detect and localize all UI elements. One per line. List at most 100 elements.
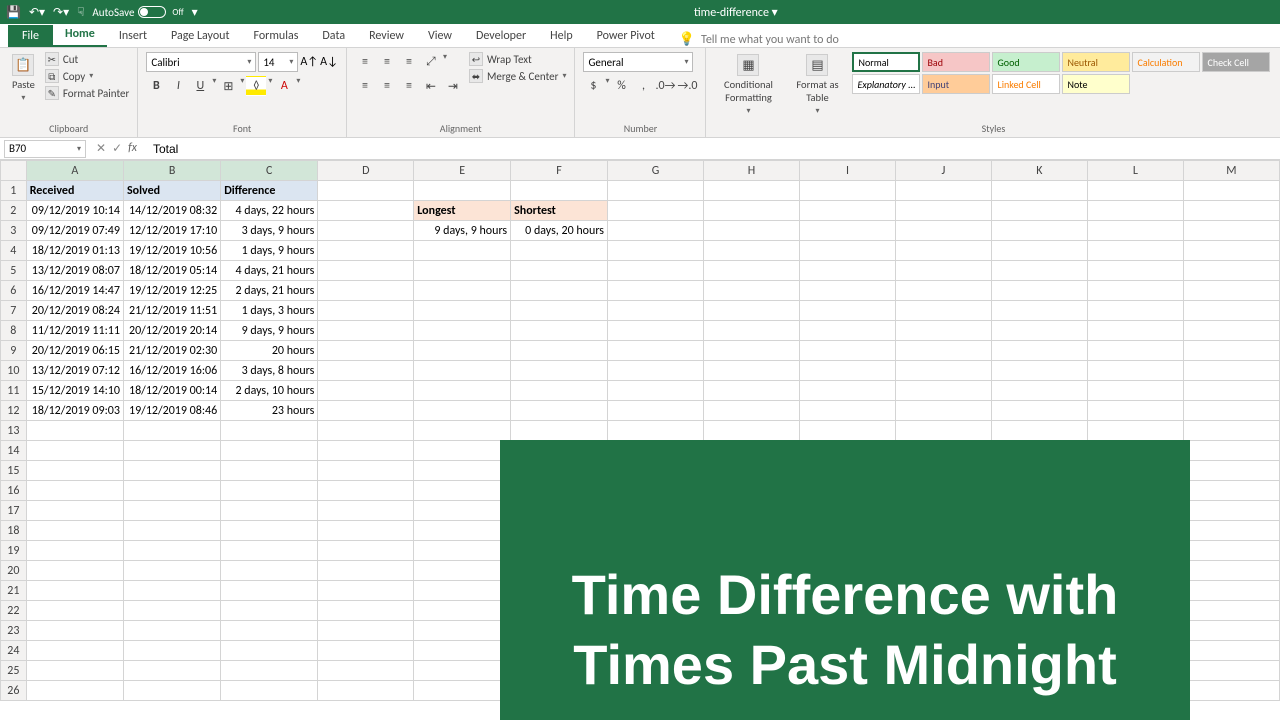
row-header-18[interactable]: 18 [1, 521, 27, 541]
row-header-4[interactable]: 4 [1, 241, 27, 261]
row-header-1[interactable]: 1 [1, 181, 27, 201]
cell[interactable] [123, 441, 220, 461]
cell[interactable] [26, 481, 123, 501]
cell[interactable]: 1 days, 9 hours [221, 241, 318, 261]
cell[interactable] [123, 601, 220, 621]
cell[interactable] [318, 581, 414, 601]
cell[interactable] [1183, 521, 1279, 541]
cell[interactable] [318, 201, 414, 221]
cell[interactable] [799, 181, 895, 201]
cell[interactable] [123, 581, 220, 601]
cell[interactable]: 09/12/2019 07:49 [26, 221, 123, 241]
cell[interactable] [1183, 381, 1279, 401]
cell[interactable] [1183, 301, 1279, 321]
indent-increase-button[interactable]: ⇥ [443, 76, 463, 96]
cell[interactable] [414, 401, 511, 421]
cancel-formula-icon[interactable]: ✕ [96, 141, 106, 156]
cell[interactable]: 18/12/2019 00:14 [123, 381, 220, 401]
cell[interactable] [1183, 241, 1279, 261]
cell[interactable] [799, 321, 895, 341]
style-explanatory[interactable]: Explanatory ... [852, 74, 920, 94]
cell[interactable] [221, 441, 318, 461]
cell[interactable] [608, 241, 704, 261]
cell[interactable]: Received [26, 181, 123, 201]
cell[interactable] [799, 381, 895, 401]
cell[interactable] [221, 521, 318, 541]
cell[interactable] [704, 281, 800, 301]
cell[interactable] [511, 401, 608, 421]
row-header-12[interactable]: 12 [1, 401, 27, 421]
cell[interactable] [608, 201, 704, 221]
cell[interactable] [799, 221, 895, 241]
formula-input[interactable] [149, 142, 1280, 156]
row-header-15[interactable]: 15 [1, 461, 27, 481]
cell[interactable] [318, 401, 414, 421]
cell[interactable] [1183, 261, 1279, 281]
cell[interactable] [991, 421, 1087, 441]
cell[interactable] [414, 241, 511, 261]
cell[interactable] [1183, 341, 1279, 361]
tab-insert[interactable]: Insert [107, 25, 159, 47]
cell[interactable] [1183, 681, 1279, 701]
cell[interactable] [1087, 261, 1183, 281]
cell[interactable] [318, 421, 414, 441]
cell[interactable] [704, 321, 800, 341]
col-header-G[interactable]: G [608, 161, 704, 181]
cell[interactable] [123, 641, 220, 661]
cell[interactable] [221, 541, 318, 561]
tell-me-search[interactable]: 💡 Tell me what you want to do [679, 32, 839, 47]
style-linked-cell[interactable]: Linked Cell [992, 74, 1060, 94]
cell[interactable] [26, 601, 123, 621]
cell[interactable] [1183, 641, 1279, 661]
cell[interactable] [318, 481, 414, 501]
cell[interactable] [895, 401, 991, 421]
undo-icon[interactable]: ↶▾ [29, 5, 45, 20]
cell[interactable] [895, 181, 991, 201]
comma-button[interactable]: , [633, 76, 653, 96]
cell[interactable] [1087, 301, 1183, 321]
indent-decrease-button[interactable]: ⇤ [421, 76, 441, 96]
cell[interactable] [123, 461, 220, 481]
cell[interactable] [221, 661, 318, 681]
cell[interactable]: 19/12/2019 12:25 [123, 281, 220, 301]
cell[interactable] [414, 301, 511, 321]
cell[interactable] [895, 241, 991, 261]
cell[interactable] [1183, 481, 1279, 501]
cell[interactable]: 19/12/2019 08:46 [123, 401, 220, 421]
col-header-E[interactable]: E [414, 161, 511, 181]
cell[interactable]: 16/12/2019 14:47 [26, 281, 123, 301]
increase-decimal-button[interactable]: .0→ [655, 76, 675, 96]
row-header-3[interactable]: 3 [1, 221, 27, 241]
fx-icon[interactable]: fx [128, 141, 143, 156]
cell[interactable] [1183, 221, 1279, 241]
cell[interactable] [414, 481, 511, 501]
style-normal[interactable]: Normal [852, 52, 920, 72]
cell[interactable] [1183, 621, 1279, 641]
row-header-21[interactable]: 21 [1, 581, 27, 601]
tab-file[interactable]: File [8, 25, 53, 47]
align-center-button[interactable]: ≡ [377, 76, 397, 96]
cell[interactable] [1087, 281, 1183, 301]
conditional-formatting-button[interactable]: ▦Conditional Formatting▾ [714, 52, 782, 118]
cell[interactable] [414, 521, 511, 541]
cell[interactable] [608, 421, 704, 441]
cell[interactable] [26, 561, 123, 581]
cell[interactable]: 18/12/2019 09:03 [26, 401, 123, 421]
style-note[interactable]: Note [1062, 74, 1130, 94]
style-check-cell[interactable]: Check Cell [1202, 52, 1270, 72]
cell[interactable] [799, 281, 895, 301]
cell[interactable]: 20/12/2019 08:24 [26, 301, 123, 321]
cell[interactable] [511, 181, 608, 201]
cell[interactable]: 14/12/2019 08:32 [123, 201, 220, 221]
cell[interactable] [318, 501, 414, 521]
tab-help[interactable]: Help [538, 25, 585, 47]
cell[interactable] [511, 281, 608, 301]
cell[interactable] [221, 601, 318, 621]
borders-button[interactable]: ⊞ [218, 76, 238, 96]
cell[interactable] [895, 381, 991, 401]
cell[interactable] [799, 261, 895, 281]
cell[interactable] [318, 261, 414, 281]
wrap-text-button[interactable]: ↩Wrap Text [469, 52, 567, 66]
cell[interactable] [26, 541, 123, 561]
cell[interactable] [1087, 181, 1183, 201]
